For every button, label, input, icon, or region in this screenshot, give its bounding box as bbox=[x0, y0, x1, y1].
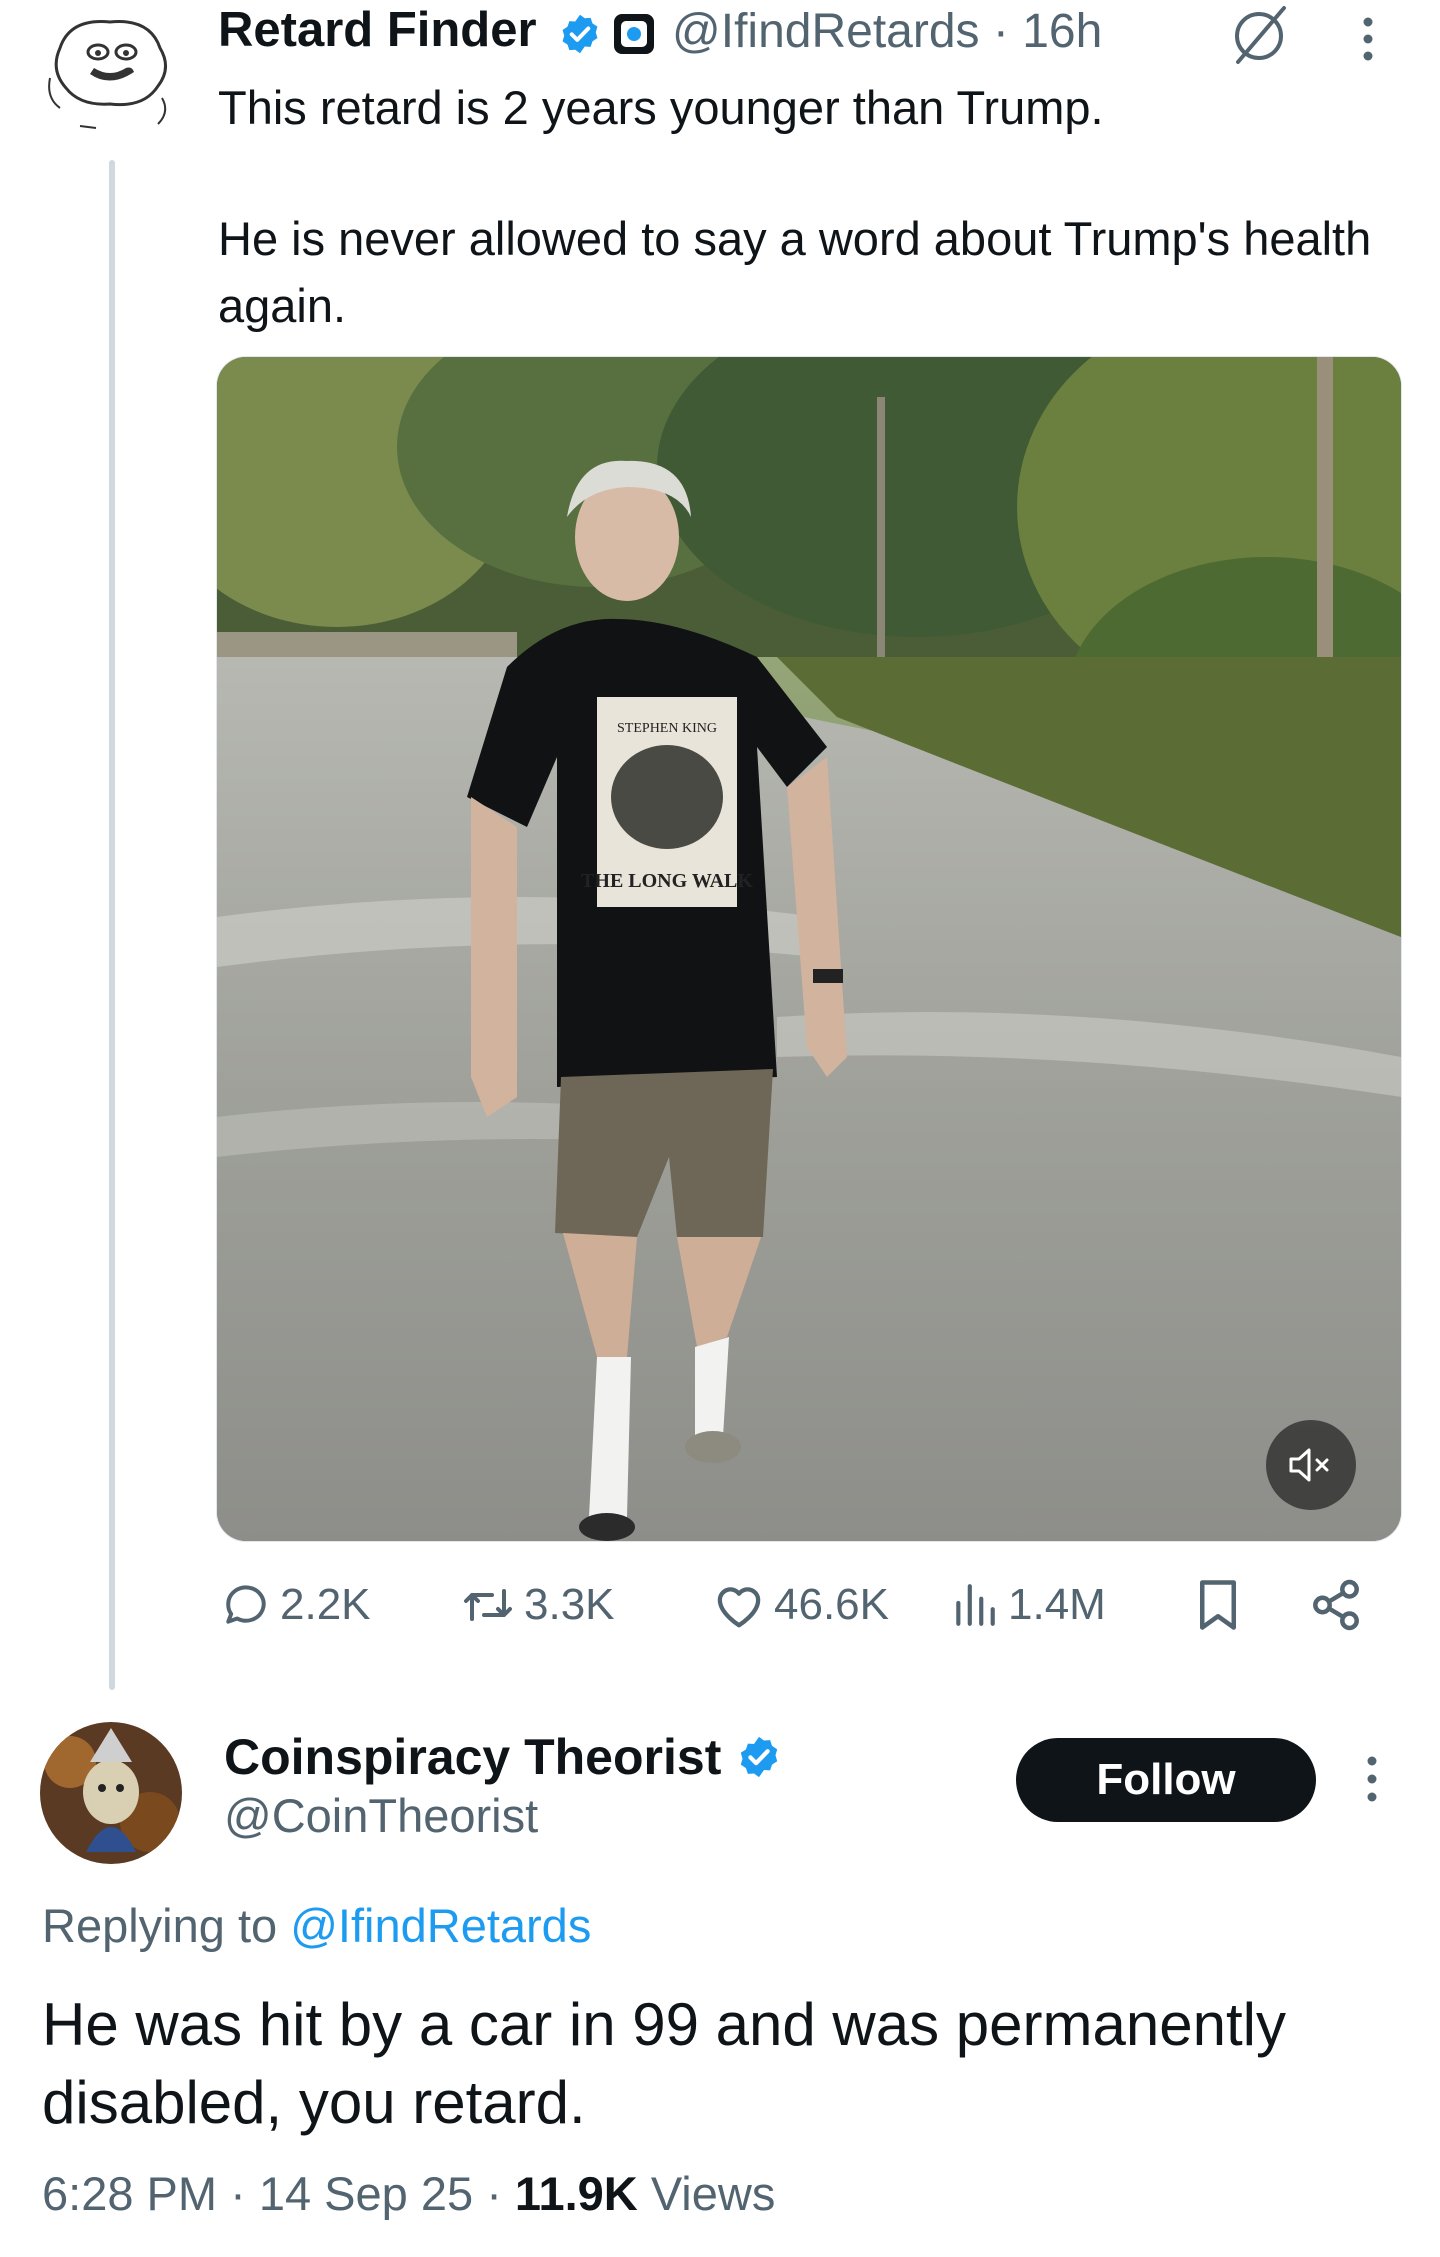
replying-to-label: Replying to bbox=[42, 1899, 278, 1952]
views-button[interactable]: 1.4M bbox=[950, 1580, 1106, 1630]
views-count: 1.4M bbox=[1008, 1580, 1106, 1629]
share-icon bbox=[1313, 1579, 1359, 1631]
bookmark-button[interactable] bbox=[1194, 1578, 1250, 1632]
author-display-name[interactable]: Retard Finder bbox=[218, 2, 537, 58]
like-count: 46.6K bbox=[774, 1580, 889, 1629]
author-handle-and-time[interactable]: @IfindRetards · 16h bbox=[672, 4, 1102, 59]
separator: · bbox=[230, 2167, 246, 2220]
separator: · bbox=[992, 5, 1009, 58]
reply-views-count: 11.9K bbox=[514, 2167, 638, 2220]
views-icon bbox=[956, 1584, 995, 1626]
reply-meta: 6:28 PM · 14 Sep 25 · 11.9K Views bbox=[42, 2166, 775, 2221]
more-options-icon[interactable] bbox=[1356, 14, 1380, 64]
tweet-text-line: This retard is 2 years younger than Trum… bbox=[218, 81, 1104, 134]
shirt-print-top: STEPHEN KING bbox=[617, 721, 717, 736]
follow-button[interactable]: Follow bbox=[1016, 1738, 1316, 1822]
author-avatar[interactable] bbox=[40, 8, 180, 138]
reply-date[interactable]: 14 Sep 25 bbox=[259, 2167, 473, 2220]
reply-author-avatar[interactable] bbox=[40, 1722, 182, 1864]
separator: · bbox=[486, 2167, 502, 2220]
shirt-print-bottom: THE LONG WALK bbox=[581, 870, 753, 892]
repost-button[interactable]: 3.3K bbox=[460, 1580, 615, 1630]
tweet-time[interactable]: 16h bbox=[1022, 5, 1102, 58]
reply-views-label: Views bbox=[650, 2167, 776, 2220]
reply-icon bbox=[226, 1585, 266, 1624]
mute-toggle-button[interactable] bbox=[1266, 1420, 1356, 1510]
more-options-icon[interactable] bbox=[1360, 1752, 1384, 1806]
author-handle[interactable]: @IfindRetards bbox=[672, 5, 980, 58]
reply-author-display-name[interactable]: Coinspiracy Theorist bbox=[224, 1728, 721, 1786]
replying-to-handle-link[interactable]: @IfindRetards bbox=[290, 1899, 591, 1952]
repost-count: 3.3K bbox=[524, 1580, 615, 1629]
share-button[interactable] bbox=[1308, 1578, 1372, 1632]
mute-icon bbox=[1289, 1448, 1329, 1482]
replying-to: Replying to @IfindRetards bbox=[42, 1898, 591, 1953]
like-icon bbox=[717, 1587, 761, 1628]
like-button[interactable]: 46.6K bbox=[712, 1580, 889, 1630]
tweet-text-line: He is never allowed to say a word about … bbox=[218, 212, 1372, 332]
verified-badge-icon bbox=[736, 1734, 782, 1780]
reply-author-handle[interactable]: @CoinTheorist bbox=[224, 1788, 538, 1843]
reply-count: 2.2K bbox=[280, 1580, 371, 1629]
reply-time[interactable]: 6:28 PM bbox=[42, 2167, 217, 2220]
reply-button[interactable]: 2.2K bbox=[222, 1580, 371, 1630]
reply-text: He was hit by a car in 99 and was perman… bbox=[42, 1991, 1286, 2136]
verified-badge-icon bbox=[558, 12, 602, 56]
grok-icon[interactable] bbox=[1222, 0, 1296, 68]
thread-connector-line bbox=[109, 160, 115, 1690]
tweet-text: This retard is 2 years younger than Trum… bbox=[218, 74, 1378, 339]
bookmark-icon bbox=[1200, 1580, 1236, 1630]
affiliate-badge-icon[interactable] bbox=[614, 14, 654, 54]
repost-icon bbox=[464, 1589, 512, 1621]
tweet-video[interactable]: STEPHEN KING THE LONG WALK bbox=[216, 356, 1402, 1542]
